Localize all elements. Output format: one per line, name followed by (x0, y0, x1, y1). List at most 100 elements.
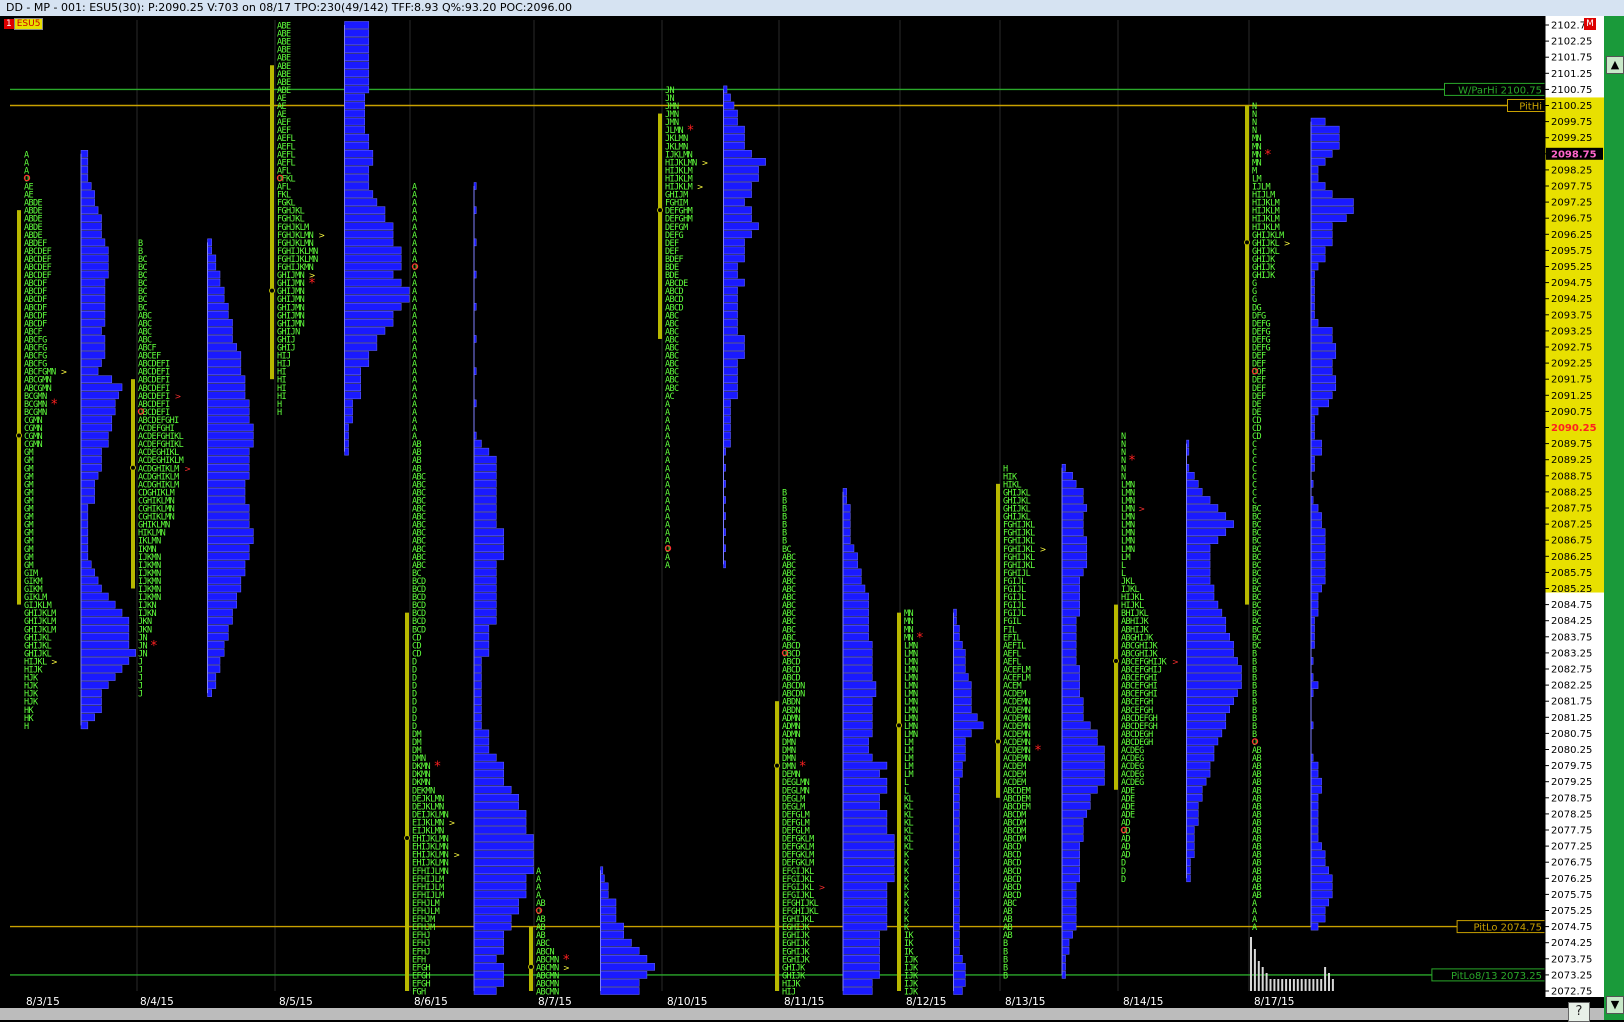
profile-bar (207, 552, 250, 561)
profile-bar (473, 818, 527, 826)
profile-bar (1061, 536, 1088, 544)
profile-bar (207, 351, 242, 359)
profile-bar (80, 230, 102, 239)
price-tick-label: 2089.75 (1551, 439, 1592, 450)
profile-bar (80, 681, 109, 689)
help-icon[interactable]: ? (1568, 1002, 1590, 1022)
profile-bar (473, 600, 497, 609)
profile-bar (1061, 649, 1077, 657)
profile-bar (842, 866, 895, 875)
profile-bar (1310, 367, 1333, 375)
horizontal-scrollbar[interactable] (0, 1008, 1604, 1020)
profile-bar (600, 874, 605, 883)
profile-bar (953, 697, 972, 705)
profile-bar (953, 641, 963, 649)
profile-bar (1061, 624, 1077, 633)
price-axis[interactable]: 2102.752102.252101.752101.252100.752100.… (1544, 16, 1604, 998)
profile-bar (344, 351, 370, 359)
profile-bar (953, 713, 978, 722)
profile-bar (344, 77, 370, 86)
tpo-row: A (665, 561, 670, 571)
profile-bar (207, 359, 242, 367)
profile-bar (723, 150, 752, 158)
profile-bar (344, 294, 410, 303)
profile-bar (1310, 383, 1337, 392)
profile-bar (473, 697, 482, 705)
profile-bar (207, 447, 250, 456)
profile-bar (473, 810, 527, 818)
price-tick-label: 2092.75 (1551, 343, 1592, 354)
market-profile-chart[interactable]: W/ParHi 2100.75 PitHi PitLo 2074.75 PitLo8/… (0, 16, 1604, 1008)
profile-bar (207, 367, 242, 375)
profile-bar (1310, 294, 1315, 303)
profile-bar (842, 681, 877, 689)
profile-bar (344, 125, 365, 134)
profile-bar (1186, 624, 1227, 633)
profile-bar (1310, 150, 1333, 158)
profile-bar (1186, 818, 1199, 826)
symbol-label: ESU5 (13, 18, 44, 30)
profile-bar (473, 769, 505, 778)
profile-bar (842, 971, 880, 979)
profile-bar (1310, 238, 1333, 247)
profile-bar (1061, 512, 1084, 520)
tpo-row: J (138, 690, 143, 700)
profile-bar (953, 761, 963, 770)
profile-bar (953, 963, 966, 971)
volume-bar (1331, 979, 1334, 991)
profile-bar (344, 85, 370, 94)
profile-bar (1310, 286, 1315, 295)
chevron-up-icon[interactable]: ▲ (1606, 56, 1624, 74)
value-area-bar (270, 65, 274, 380)
profile-bar (1186, 584, 1215, 593)
profile-bar (473, 528, 505, 536)
profile-bar (1061, 874, 1080, 883)
profile-bar (344, 29, 370, 37)
profile-bar (473, 777, 505, 786)
profile-bar (842, 769, 880, 778)
profile-bar (80, 399, 116, 408)
profile-bar (344, 415, 353, 424)
right-scroll-strip[interactable]: ▲ ▼ (1604, 16, 1624, 1020)
profile-bar (473, 488, 497, 496)
profile-bar (842, 737, 869, 746)
profile-bar (207, 455, 250, 464)
profile-bar (344, 21, 370, 29)
profile-bar (1310, 641, 1315, 649)
profile-bar (473, 721, 482, 730)
m-badge[interactable]: M (1584, 18, 1596, 30)
profile-bar (344, 367, 361, 375)
date-label: 8/7/15 (538, 996, 572, 1008)
profile-bar (1061, 496, 1084, 504)
profile-bar (344, 391, 361, 400)
profile-bar (1061, 753, 1105, 762)
profile-bar (473, 673, 482, 681)
price-tick-label: 2084.75 (1551, 600, 1592, 611)
profile-bar (723, 125, 745, 134)
symbol-badge[interactable]: 1 ESU5 (4, 18, 44, 30)
profile-bar (207, 439, 254, 448)
profile-bar (1310, 158, 1326, 166)
profile-bar (473, 592, 497, 601)
profile-bar (1061, 697, 1084, 705)
price-tick-label: 2093.25 (1551, 326, 1592, 337)
profile-bar (473, 657, 482, 665)
profile-bar (80, 584, 102, 593)
profile-bar (1061, 665, 1080, 673)
profile-bar (344, 69, 370, 78)
profile-bar (1186, 705, 1230, 714)
profile-bar (842, 930, 880, 939)
profile-bar (1310, 343, 1337, 351)
chevron-down-icon[interactable]: ▼ (1606, 996, 1624, 1014)
profile-bar (473, 906, 519, 915)
profile-bar (842, 979, 873, 987)
profile-bar (842, 818, 888, 826)
volume-bar (1253, 949, 1256, 991)
profile-bar (723, 302, 738, 311)
price-tick-label: 2095.75 (1551, 246, 1592, 257)
profile-bar (1310, 520, 1322, 528)
profile-bar (1186, 850, 1195, 858)
profile-bar (1310, 600, 1319, 609)
value-area-bar (131, 379, 135, 589)
profile-bar (1186, 713, 1227, 722)
